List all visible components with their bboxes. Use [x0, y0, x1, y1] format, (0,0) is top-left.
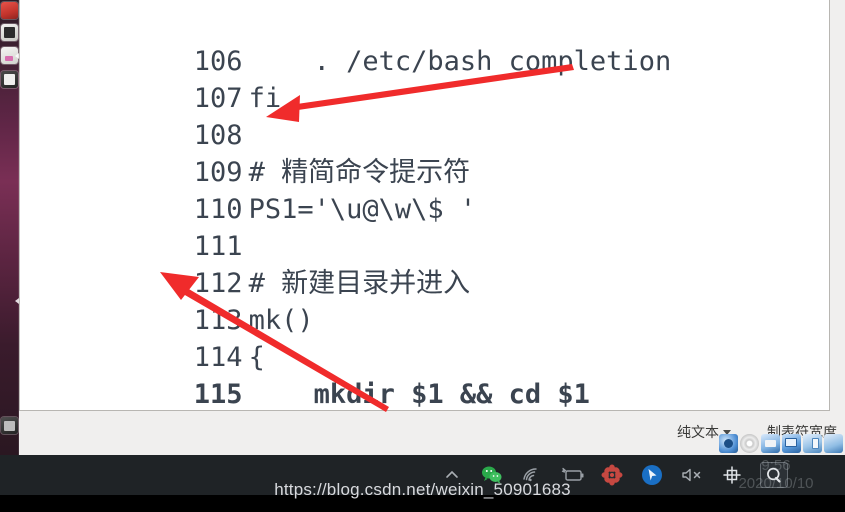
wechat-icon[interactable]: [480, 463, 504, 487]
show-hidden-icons-chevron-up-icon[interactable]: [440, 463, 464, 487]
code-line-112[interactable]: 112 # 新建目录并进入: [20, 228, 470, 299]
line-text: PS1='\u@\w\$ ': [248, 194, 477, 225]
speaker-muted-icon[interactable]: [680, 463, 704, 487]
ubuntu-desktop: then 106 . /etc/bash_completion 107fi 10…: [0, 0, 845, 455]
windows-taskbar: 9:56 2020/10/10: [0, 455, 845, 495]
unity-launcher[interactable]: [0, 0, 19, 455]
gedit-window: then 106 . /etc/bash_completion 107fi 10…: [19, 0, 845, 455]
tab-width-label[interactable]: 制表符宽度: [767, 422, 837, 442]
code-line-116[interactable]: 116}: [20, 376, 265, 410]
launcher-item-trash[interactable]: [1, 417, 18, 434]
code-line-109[interactable]: 109 # 精简命令提示符: [20, 117, 470, 188]
cursor-app-icon[interactable]: [640, 463, 664, 487]
battery-charging-icon[interactable]: [560, 463, 584, 487]
clock-time: 9:56: [761, 457, 791, 474]
clock-date: 2020/10/10: [738, 475, 814, 492]
screen: then 106 . /etc/bash_completion 107fi 10…: [0, 0, 845, 512]
code-line-113[interactable]: 113 mk(): [20, 265, 314, 336]
code-line-108[interactable]: 108: [20, 80, 249, 151]
code-line-115-current[interactable]: 115 mkdir $1 && cd $1: [20, 339, 590, 410]
taskbar-clock[interactable]: 9:56 2020/10/10: [715, 457, 837, 493]
launcher-item-terminal[interactable]: [1, 24, 18, 41]
code-line-111[interactable]: 111: [20, 191, 249, 262]
chevron-down-icon[interactable]: [723, 430, 731, 435]
line-text: mkdir $1 && cd $1: [248, 379, 590, 410]
line-text: fi: [248, 83, 282, 114]
code-line-106[interactable]: 106 . /etc/bash_completion: [20, 6, 671, 77]
editor-statusbar: 纯文本 制表符宽度: [19, 411, 845, 455]
launcher-item-terminal-2[interactable]: [1, 71, 18, 88]
flower-app-icon[interactable]: [600, 463, 624, 487]
filetype-selector-label[interactable]: 纯文本: [677, 422, 719, 442]
code-line-110[interactable]: 110 PS1='\u@\w\$ ': [20, 154, 476, 225]
code-line-107[interactable]: 107 fi: [20, 43, 281, 114]
code-line-114[interactable]: 114{: [20, 302, 265, 373]
line-text: . /etc/bash_completion: [248, 46, 672, 77]
text-editor-view[interactable]: then 106 . /etc/bash_completion 107fi 10…: [19, 0, 830, 411]
launcher-item-files[interactable]: [1, 2, 18, 19]
wifi-icon[interactable]: [520, 463, 544, 487]
